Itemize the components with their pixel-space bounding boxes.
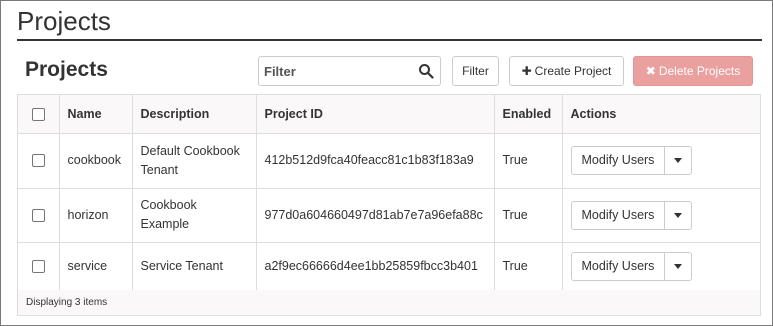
row-check-cell [18, 188, 60, 243]
project-name: service [59, 242, 133, 292]
delete-projects-button[interactable]: ✖ Delete Projects [633, 56, 753, 86]
project-id: 977d0a604660497d81ab7e7a96efa88c [256, 188, 495, 243]
select-all-cell [18, 95, 60, 134]
project-name: cookbook [59, 133, 133, 189]
actions-cell: Modify Users [562, 133, 760, 189]
project-description: Service Tenant [132, 242, 257, 292]
page-title: Projects [17, 6, 111, 36]
header-enabled[interactable]: Enabled [494, 95, 563, 134]
projects-table: Name Description Project ID Enabled Acti… [17, 94, 761, 316]
plus-icon: ✚ [521, 64, 532, 78]
modify-users-button[interactable]: Modify Users [572, 201, 666, 229]
filter-box [258, 56, 441, 86]
create-project-button[interactable]: ✚ Create Project [509, 56, 624, 86]
table-row: service Service Tenant a2f9ec66666d4ee1b… [18, 242, 760, 292]
page-header: Projects [17, 3, 762, 41]
table-footer: Displaying 3 items [18, 290, 760, 315]
table-row: horizon Cookbook Example 977d0a604660497… [18, 188, 760, 243]
row-check-cell [18, 133, 60, 189]
row-checkbox[interactable] [31, 208, 45, 222]
header-project-id[interactable]: Project ID [256, 95, 495, 134]
actions-cell: Modify Users [562, 188, 760, 243]
filter-input[interactable] [259, 57, 409, 85]
app-frame: Projects Projects Filter ✚Create Project… [0, 0, 773, 326]
actions-dropdown-toggle[interactable] [665, 253, 691, 280]
section-title: Projects [25, 58, 108, 81]
project-id: a2f9ec66666d4ee1bb25859fbcc3b401 [256, 242, 495, 292]
actions-dropdown-toggle[interactable] [665, 147, 691, 174]
project-enabled: True [494, 188, 563, 243]
row-checkbox[interactable] [31, 260, 45, 274]
create-project-label: Create Project [534, 64, 612, 78]
caret-down-icon [674, 212, 683, 218]
row-actions: Modify Users [570, 252, 693, 281]
project-id: 412b512d9fca40feacc81c1b83f183a9 [256, 133, 495, 189]
select-all-checkbox[interactable] [31, 107, 45, 121]
delete-projects-label: Delete Projects [658, 64, 741, 78]
actions-dropdown-toggle[interactable] [665, 202, 691, 229]
project-enabled: True [494, 242, 563, 292]
project-description: Default Cookbook Tenant [132, 133, 257, 189]
project-enabled: True [494, 133, 563, 189]
row-actions: Modify Users [570, 200, 693, 230]
actions-cell: Modify Users [562, 242, 760, 292]
table-header-row: Name Description Project ID Enabled Acti… [18, 95, 760, 134]
header-actions: Actions [562, 95, 760, 134]
row-check-cell [18, 242, 60, 292]
modify-users-button[interactable]: Modify Users [572, 253, 666, 280]
caret-down-icon [674, 264, 683, 269]
project-name: horizon [59, 188, 133, 243]
table-row: cookbook Default Cookbook Tenant 412b512… [18, 133, 760, 189]
project-description: Cookbook Example [132, 188, 257, 243]
filter-button[interactable]: Filter [452, 56, 499, 86]
row-actions: Modify Users [570, 146, 693, 175]
search-icon[interactable] [418, 63, 434, 79]
header-description[interactable]: Description [132, 95, 257, 134]
times-icon: ✖ [645, 64, 656, 78]
header-name[interactable]: Name [59, 95, 133, 134]
modify-users-button[interactable]: Modify Users [572, 147, 666, 174]
row-checkbox[interactable] [31, 154, 45, 168]
caret-down-icon [674, 158, 683, 163]
